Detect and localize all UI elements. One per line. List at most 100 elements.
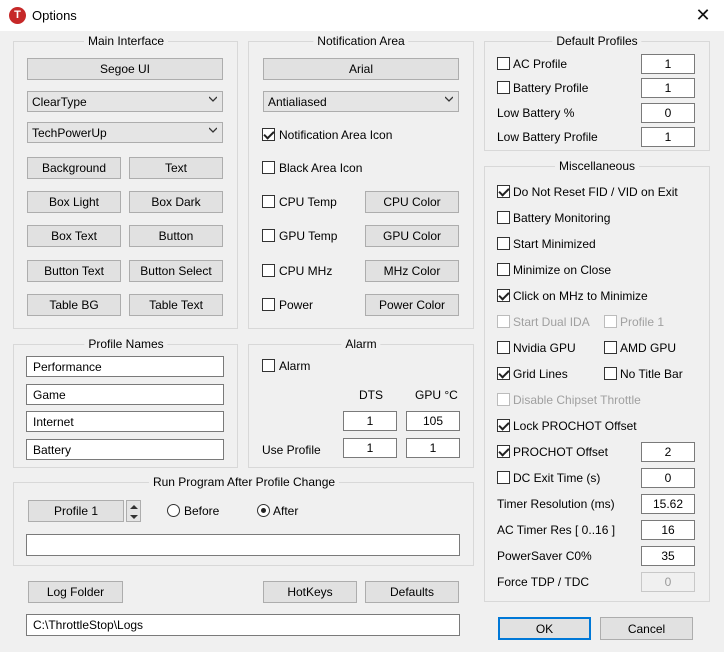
close-icon[interactable]: ✕	[690, 3, 716, 27]
amd-gpu-checkbox[interactable]	[604, 341, 617, 354]
profile-name-2-input[interactable]: Game	[26, 384, 224, 405]
no-title-bar-label: No Title Bar	[620, 367, 683, 381]
cancel-button[interactable]: Cancel	[600, 617, 693, 640]
minimize-on-close-checkbox[interactable]	[497, 263, 510, 276]
ac-timer-res-label: AC Timer Res [ 0..16 ]	[497, 523, 616, 537]
dc-exit-time-input[interactable]: 0	[641, 468, 695, 488]
minimize-on-close-label: Minimize on Close	[513, 263, 612, 277]
low-battery-profile-input[interactable]: 1	[641, 127, 695, 147]
box-text-button[interactable]: Box Text	[27, 225, 121, 247]
box-light-button[interactable]: Box Light	[27, 191, 121, 213]
profile-name-3-input[interactable]: Internet	[26, 411, 224, 432]
alarm-dts-input[interactable]: 1	[343, 411, 397, 431]
alarm-checkbox[interactable]	[262, 359, 275, 372]
cpu-mhz-checkbox[interactable]	[262, 264, 275, 277]
nvidia-gpu-checkbox[interactable]	[497, 341, 510, 354]
main-render-select[interactable]: ClearType	[27, 91, 223, 112]
log-path-input[interactable]: C:\ThrottleStop\Logs	[26, 614, 460, 636]
dc-exit-time-checkbox[interactable]	[497, 471, 510, 484]
force-tdp-input: 0	[641, 572, 695, 592]
no-title-bar-checkbox[interactable]	[604, 367, 617, 380]
spin-up-icon[interactable]	[130, 504, 138, 510]
main-skin-select[interactable]: TechPowerUp	[27, 122, 223, 143]
gpu-color-button[interactable]: GPU Color	[365, 225, 459, 247]
mhz-color-button[interactable]: MHz Color	[365, 260, 459, 282]
cpu-color-button[interactable]: CPU Color	[365, 191, 459, 213]
program-path-input[interactable]	[26, 534, 460, 556]
prochot-offset-checkbox[interactable]	[497, 445, 510, 458]
chevron-down-icon	[209, 127, 217, 133]
spin-down-icon[interactable]	[130, 514, 138, 520]
battery-profile-label: Battery Profile	[513, 81, 589, 95]
battery-profile-input[interactable]: 1	[641, 78, 695, 98]
ac-profile-label: AC Profile	[513, 57, 568, 71]
click-mhz-minimize-checkbox[interactable]	[497, 289, 510, 302]
use-profile-dts-input[interactable]: 1	[343, 438, 397, 458]
before-radio[interactable]	[167, 504, 180, 517]
main-skin-select-value: TechPowerUp	[32, 125, 107, 140]
disable-chipset-label: Disable Chipset Throttle	[513, 393, 641, 407]
battery-profile-checkbox[interactable]	[497, 81, 510, 94]
profile1-label: Profile 1	[620, 315, 665, 329]
lock-prochot-checkbox[interactable]	[497, 419, 510, 432]
notification-font-button[interactable]: Arial	[263, 58, 459, 80]
notification-area-group	[248, 41, 474, 329]
ac-profile-checkbox[interactable]	[497, 57, 510, 70]
defaults-button[interactable]: Defaults	[365, 581, 459, 603]
default-profiles-legend: Default Profiles	[552, 34, 642, 48]
button-text-button[interactable]: Button Text	[27, 260, 121, 282]
alarm-legend: Alarm	[341, 337, 381, 351]
throttlestop-app-icon: T	[9, 7, 26, 24]
window-title: Options	[32, 8, 77, 23]
title-bar	[0, 0, 724, 31]
box-dark-button[interactable]: Box Dark	[129, 191, 223, 213]
hotkeys-button[interactable]: HotKeys	[263, 581, 357, 603]
grid-lines-checkbox[interactable]	[497, 367, 510, 380]
low-battery-pct-input[interactable]: 0	[641, 103, 695, 123]
miscellaneous-legend: Miscellaneous	[554, 159, 640, 173]
black-area-icon-checkbox[interactable]	[262, 161, 275, 174]
notification-area-icon-checkbox[interactable]	[262, 128, 275, 141]
main-interface-group	[13, 41, 238, 329]
notification-render-select[interactable]: Antialiased	[263, 91, 459, 112]
do-not-reset-checkbox[interactable]	[497, 185, 510, 198]
profile-name-1-input[interactable]: Performance	[26, 356, 224, 377]
timer-resolution-input[interactable]: 15.62	[641, 494, 695, 514]
main-font-button[interactable]: Segoe UI	[27, 58, 223, 80]
profile-spinner[interactable]	[126, 500, 141, 522]
battery-monitoring-checkbox[interactable]	[497, 211, 510, 224]
ac-timer-res-input[interactable]: 16	[641, 520, 695, 540]
background-color-button[interactable]: Background	[27, 157, 121, 179]
powersaver-input[interactable]: 35	[641, 546, 695, 566]
nvidia-gpu-label: Nvidia GPU	[513, 341, 576, 355]
start-minimized-checkbox[interactable]	[497, 237, 510, 250]
text-color-button[interactable]: Text	[129, 157, 223, 179]
power-color-button[interactable]: Power Color	[365, 294, 459, 316]
table-bg-button[interactable]: Table BG	[27, 294, 121, 316]
alarm-label: Alarm	[279, 359, 311, 373]
profile-name-4-input[interactable]: Battery	[26, 439, 224, 460]
profile1-checkbox	[604, 315, 617, 328]
alarm-gpu-input[interactable]: 105	[406, 411, 460, 431]
button-color-button[interactable]: Button	[129, 225, 223, 247]
dc-exit-time-label: DC Exit Time (s)	[513, 471, 601, 485]
start-dual-ida-label: Start Dual IDA	[513, 315, 590, 329]
run-profile-button[interactable]: Profile 1	[28, 500, 124, 522]
cpu-temp-checkbox[interactable]	[262, 195, 275, 208]
ac-profile-input[interactable]: 1	[641, 54, 695, 74]
gpu-temp-checkbox[interactable]	[262, 229, 275, 242]
grid-lines-label: Grid Lines	[513, 367, 568, 381]
use-profile-gpu-input[interactable]: 1	[406, 438, 460, 458]
dts-header: DTS	[359, 388, 383, 402]
log-folder-button[interactable]: Log Folder	[28, 581, 123, 603]
battery-monitoring-label: Battery Monitoring	[513, 211, 611, 225]
after-radio[interactable]	[257, 504, 270, 517]
ok-button[interactable]: OK	[498, 617, 591, 640]
table-text-button[interactable]: Table Text	[129, 294, 223, 316]
button-select-button[interactable]: Button Select	[129, 260, 223, 282]
lock-prochot-label: Lock PROCHOT Offset	[513, 419, 637, 433]
power-checkbox[interactable]	[262, 298, 275, 311]
black-area-icon-label: Black Area Icon	[279, 161, 363, 175]
prochot-offset-input[interactable]: 2	[641, 442, 695, 462]
amd-gpu-label: AMD GPU	[620, 341, 677, 355]
